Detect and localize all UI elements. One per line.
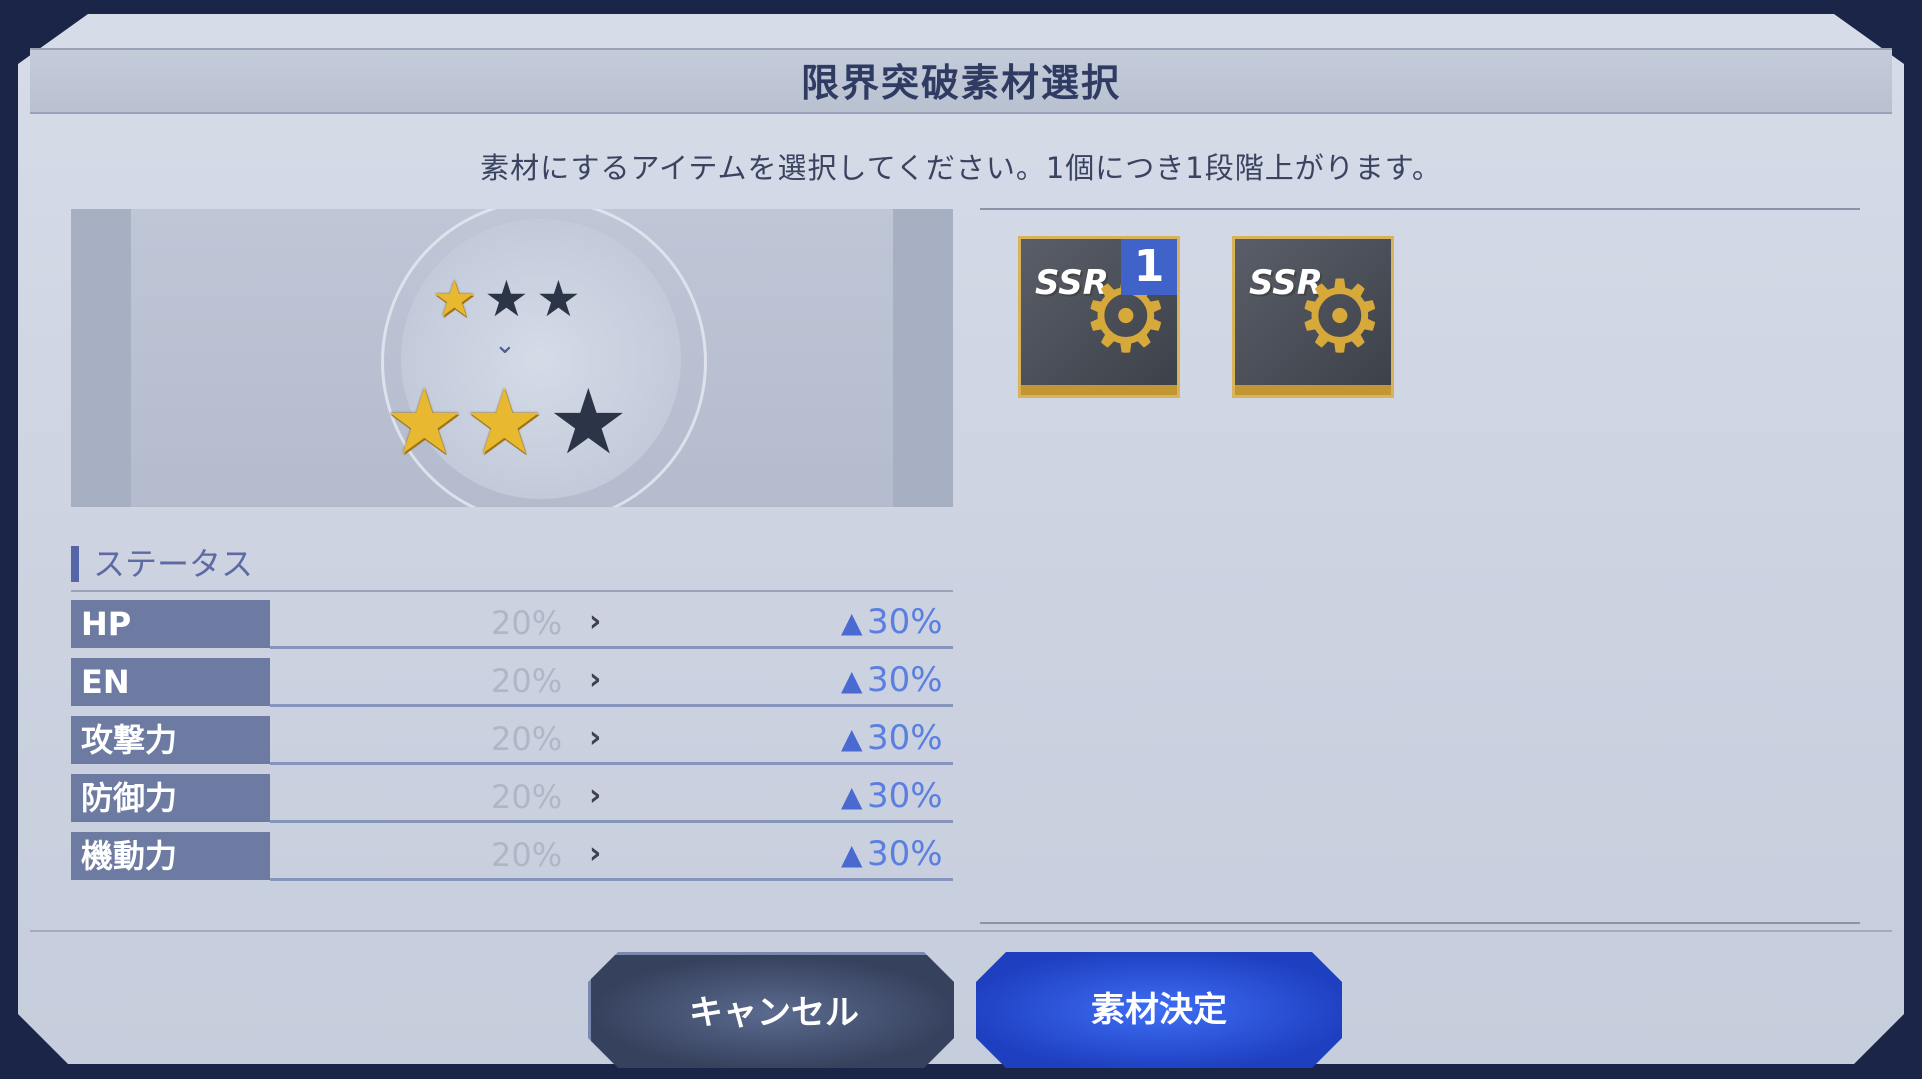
current-value: 20%	[491, 662, 563, 700]
status-row-mobility: 機動力 20% › ▲ 30%	[71, 832, 953, 882]
divider	[71, 590, 953, 592]
current-value: 20%	[491, 778, 563, 816]
status-heading: ステータス	[71, 546, 253, 582]
status-row-en: EN 20% › ▲ 30%	[71, 658, 953, 708]
current-value: 20%	[491, 604, 563, 642]
gear-icon: ⚙	[1295, 258, 1385, 375]
up-arrow-icon: ▲	[841, 722, 863, 755]
up-arrow-icon: ▲	[841, 838, 863, 871]
current-value: 20%	[491, 836, 563, 874]
material-item-1[interactable]: SSR ⚙ 1	[1018, 236, 1180, 398]
chevron-right-icon: ›	[589, 720, 602, 755]
material-item-2[interactable]: SSR ⚙	[1232, 236, 1394, 398]
up-arrow-icon: ▲	[841, 606, 863, 639]
before-star-1-icon: ★	[432, 270, 477, 328]
next-value: 30%	[867, 776, 943, 816]
footer-divider	[30, 930, 1892, 932]
up-arrow-icon: ▲	[841, 780, 863, 813]
confirm-material-button[interactable]: 素材決定	[976, 952, 1342, 1068]
next-value: 30%	[867, 602, 943, 642]
chevron-right-icon: ›	[589, 778, 602, 813]
before-star-3-icon: ★	[536, 270, 581, 328]
status-row-defense: 防御力 20% › ▲ 30%	[71, 774, 953, 824]
after-star-1-icon: ★	[384, 370, 465, 475]
status-label: 攻撃力	[71, 716, 270, 764]
status-row-hp: HP 20% › ▲ 30%	[71, 600, 953, 650]
status-label: 防御力	[71, 774, 270, 822]
selected-count-badge: 1	[1121, 239, 1177, 295]
material-bottom-divider	[980, 922, 1860, 924]
chevron-right-icon: ›	[589, 604, 602, 639]
up-arrow-icon: ▲	[841, 664, 863, 697]
chevron-down-icon: ⌄	[494, 330, 516, 360]
status-row-attack: 攻撃力 20% › ▲ 30%	[71, 716, 953, 766]
status-label: HP	[71, 600, 270, 648]
dialog-title: 限界突破素材選択	[800, 61, 1121, 105]
status-label: 機動力	[71, 832, 270, 880]
next-value: 30%	[867, 718, 943, 758]
instruction-text: 素材にするアイテムを選択してください。1個につき1段階上がります。	[480, 151, 1442, 185]
before-star-2-icon: ★	[484, 270, 529, 328]
cancel-button[interactable]: キャンセル	[588, 952, 954, 1068]
after-star-2-icon: ★	[464, 370, 545, 475]
after-star-3-icon: ★	[548, 370, 629, 475]
chevron-right-icon: ›	[589, 836, 602, 871]
status-label: EN	[71, 658, 270, 706]
material-top-divider	[980, 208, 1860, 210]
next-value: 30%	[867, 834, 943, 874]
next-value: 30%	[867, 660, 943, 700]
current-value: 20%	[491, 720, 563, 758]
chevron-right-icon: ›	[589, 662, 602, 697]
